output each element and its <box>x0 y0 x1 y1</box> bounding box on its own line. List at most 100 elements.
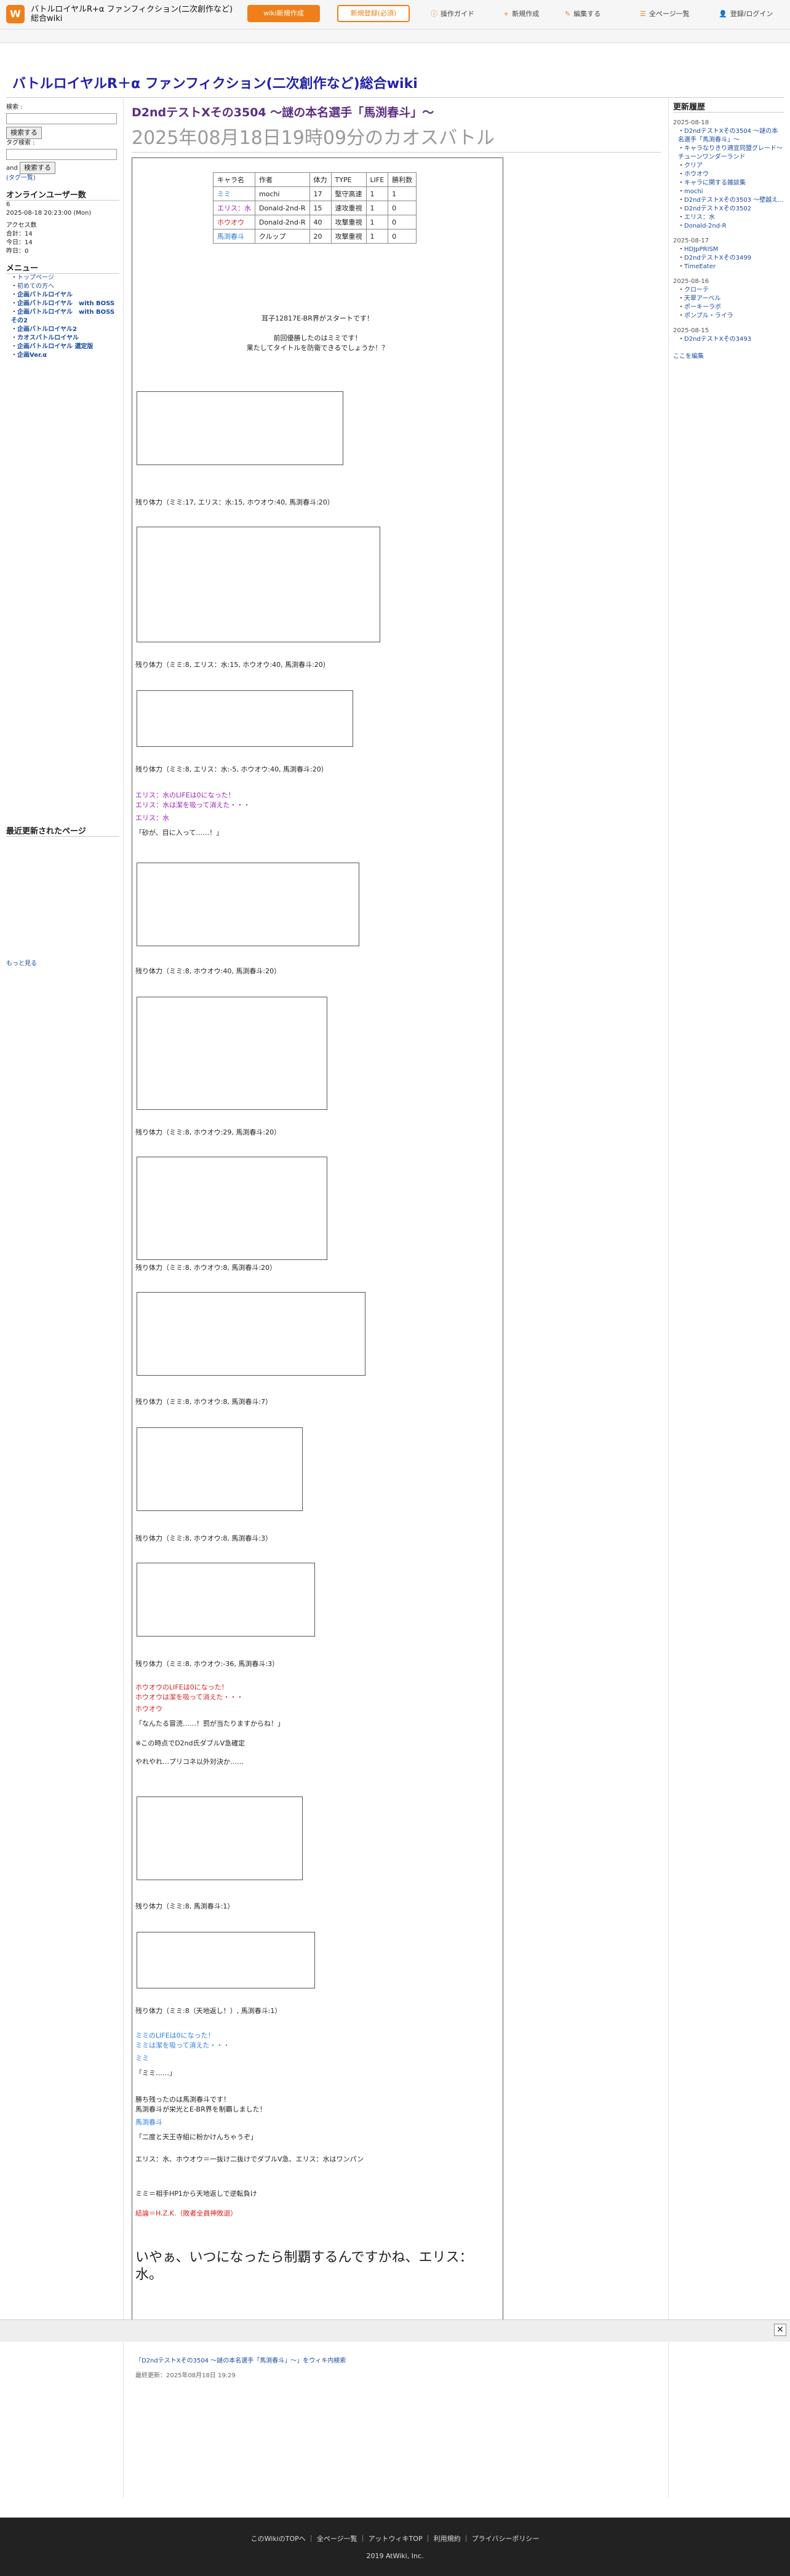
table-cell: 馬渕春斗 <box>213 229 255 244</box>
nav-guide[interactable]: ⓘ 操作ガイド <box>431 9 474 18</box>
history-item[interactable]: HDJpPRISM <box>678 245 784 254</box>
nav-login[interactable]: 👤 登録/ログイン <box>719 9 773 18</box>
history-item[interactable]: キャラなりきり適宜同盟グレード〜チューンワンダーランド <box>678 145 784 162</box>
menu-item[interactable]: 企画バトルロイヤル 選定版 <box>17 343 93 350</box>
history-item[interactable]: mochi <box>678 188 784 196</box>
history-item[interactable]: D2ndテストXその3504 〜謎の本名選手「馬渕春斗」〜 <box>678 127 784 145</box>
battle-box <box>137 527 380 642</box>
footer-link[interactable]: プライバシーポリシー <box>472 2535 540 2543</box>
ending-text: いやぁ、いつになったら制覇するんですかね、エリス：水。 <box>135 2249 498 2284</box>
close-icon[interactable]: ✕ <box>774 2324 786 2336</box>
wiki-search-link[interactable]: 「D2ndテストXその3504 〜謎の本名選手「馬渕春斗」〜」をウィキ内検索 <box>135 2355 346 2364</box>
search-button[interactable]: 検索する <box>6 126 42 139</box>
event-line: エリス：水は潔を吸って消えた・・・ <box>135 801 250 809</box>
table-cell: 1 <box>388 186 417 201</box>
winner-quote: 「二度と天王寺組に粉かけんちゃうぞ」 <box>135 2133 257 2141</box>
hp-line: 残り体力（ミミ:8, ホウオウ:29, 馬渕春斗:20） <box>135 1128 281 1136</box>
table-cell: 15 <box>309 201 332 215</box>
table-cell: ミミ <box>213 186 255 201</box>
last-updated: 最終更新：2025年08月18日 19:29 <box>135 2372 236 2379</box>
menu-item[interactable]: カオスバトルロイヤル <box>17 335 79 341</box>
tag-search-button[interactable]: 検索する <box>20 162 56 174</box>
table-cell: 1 <box>365 229 389 244</box>
history-date: 2025-08-17 <box>673 237 709 244</box>
history-item[interactable]: D2ndテストXその3499 <box>678 254 784 263</box>
history-item[interactable]: Donald-2nd-R <box>678 222 784 231</box>
menu-title: メニュー <box>6 265 119 274</box>
table-header: 作者 <box>255 172 310 187</box>
footer: このWikiのTOPへ ｜ 全ページ一覧 ｜ アットウィキTOP ｜ 利用規約 … <box>0 2518 790 2576</box>
table-cell: 0 <box>388 215 417 229</box>
footer-link[interactable]: 全ページ一覧 <box>317 2535 357 2543</box>
menu-item[interactable]: 企画Ver.α <box>17 352 47 359</box>
note: やれやれ…プリコネ以外対決か…… <box>135 1758 244 1766</box>
nav-pages[interactable]: ☰ 全ページ一覧 <box>640 9 690 18</box>
nav-new[interactable]: + 新規作成 <box>503 9 539 18</box>
history-item[interactable]: 天翠アーベル <box>678 295 784 303</box>
search-input[interactable] <box>6 113 117 124</box>
speaker: エリス：水 <box>135 814 169 822</box>
access-total: 合計：14 <box>6 231 33 237</box>
footer-link[interactable]: アットウィキTOP <box>369 2535 423 2543</box>
search-label: 検索 : <box>6 104 23 111</box>
battle-box <box>137 1157 327 1260</box>
edit-sidebar-link[interactable]: ここを編集 <box>673 353 784 361</box>
history-item[interactable]: ホウオウ <box>678 170 784 179</box>
menu-item[interactable]: トップページ <box>17 274 54 281</box>
battle-box <box>137 1563 315 1637</box>
nav-edit[interactable]: ✎ 編集する <box>565 9 600 18</box>
intro-line: 果たしてタイトルを防衛できるでしょうか！？ <box>246 344 389 352</box>
table-header: 体力 <box>309 172 332 187</box>
event-line: ホウオウのLIFEは0になった！ <box>135 1683 228 1691</box>
note: ※この時点でD2nd氏ダブルV急確定 <box>135 1739 245 1747</box>
more-link[interactable]: もっと見る <box>6 960 37 967</box>
history-item[interactable]: キャラに関する雑談集 <box>678 179 784 188</box>
table-cell: ホウオウ <box>213 215 255 229</box>
left-sidebar: 検索 : 検索する タグ検索 : and 検索する (タグ一覧) オンラインユー… <box>6 103 119 968</box>
access-today: 今日：14 <box>6 239 33 246</box>
quote: 「なんたる冒涜……！罰が当たりますからね！」 <box>135 1720 284 1728</box>
table-cell: 攻撃重視 <box>330 215 367 229</box>
register-button[interactable]: 新規登録(必須) <box>337 5 410 22</box>
history-item[interactable]: D2ndテストXその3502 <box>678 205 784 213</box>
battle-box <box>137 1292 365 1376</box>
menu-item[interactable]: 企画バトルロイヤル with BOSS <box>17 300 114 307</box>
table-header: キャラ名 <box>213 172 255 187</box>
tag-list-link[interactable]: (タグ一覧) <box>6 175 36 181</box>
tag-search-input[interactable] <box>6 148 117 160</box>
menu-item[interactable]: 企画バトルロイヤル with BOSS その2 <box>11 309 114 324</box>
summary-line: ミミ＝相手HP1から天地返しで逆転負け <box>135 2190 257 2198</box>
main-content: D2ndテストXその3504 〜謎の本名選手「馬渕春斗」〜 2025年08月18… <box>132 103 661 153</box>
event-line: エリス：水のLIFEは0になった！ <box>135 791 235 799</box>
menu-item[interactable]: 企画バトルロイヤル2 <box>17 326 77 333</box>
wiki-title[interactable]: バトルロイヤルR＋α ファンフィクション(二次創作など)総合wiki <box>12 73 418 92</box>
table-header: TYPE <box>330 172 367 187</box>
wiki-logo[interactable]: W <box>6 5 25 23</box>
menu-item[interactable]: 企画バトルロイヤル <box>17 292 73 298</box>
history-item[interactable]: TimeEater <box>678 263 784 271</box>
table-cell: 1 <box>365 186 389 201</box>
divider <box>6 97 784 98</box>
speaker: ホウオウ <box>135 1705 162 1713</box>
history-item[interactable]: クリア <box>678 162 784 170</box>
right-sidebar: 更新履歴 2025-08-18 D2ndテストXその3504 〜謎の本名選手「馬… <box>673 103 784 361</box>
footer-link[interactable]: このWikiのTOPへ <box>251 2535 306 2543</box>
new-wiki-button[interactable]: wiki新規作成 <box>247 5 320 22</box>
history-item[interactable]: エリス：水 <box>678 213 784 222</box>
battle-box <box>137 391 343 465</box>
history-item[interactable]: ポーキーラボ <box>678 303 784 312</box>
menu-item[interactable]: 初めての方へ <box>17 283 54 290</box>
roster-table: キャラ名 作者 体力 TYPE LIFE 勝利数 ミミ mochi 17 堅守高速 1 1 エリス：… <box>213 172 417 244</box>
history-item[interactable]: ポンプル・ライラ <box>678 312 784 321</box>
tag-mode[interactable]: and <box>6 165 18 172</box>
history-item[interactable]: D2ndテストXその3493 <box>678 335 784 344</box>
site-name[interactable]: バトルロイヤルR+α ファンフィクション(二次創作など)総合wiki <box>31 5 234 23</box>
footer-link[interactable]: 利用規約 <box>434 2535 461 2543</box>
hp-line: 残り体力（ミミ:8, 馬渕春斗:1） <box>135 1902 234 1910</box>
online-title: オンラインユーザー数 <box>6 191 119 201</box>
divider <box>668 98 669 2498</box>
history-item[interactable]: D2ndテストXその3503 〜壁越え... <box>678 196 784 205</box>
history-item[interactable]: クローテ <box>678 286 784 295</box>
battle-box <box>137 863 359 946</box>
updated-time: 2025-08-18 20:23:00 (Mon) <box>6 210 92 217</box>
